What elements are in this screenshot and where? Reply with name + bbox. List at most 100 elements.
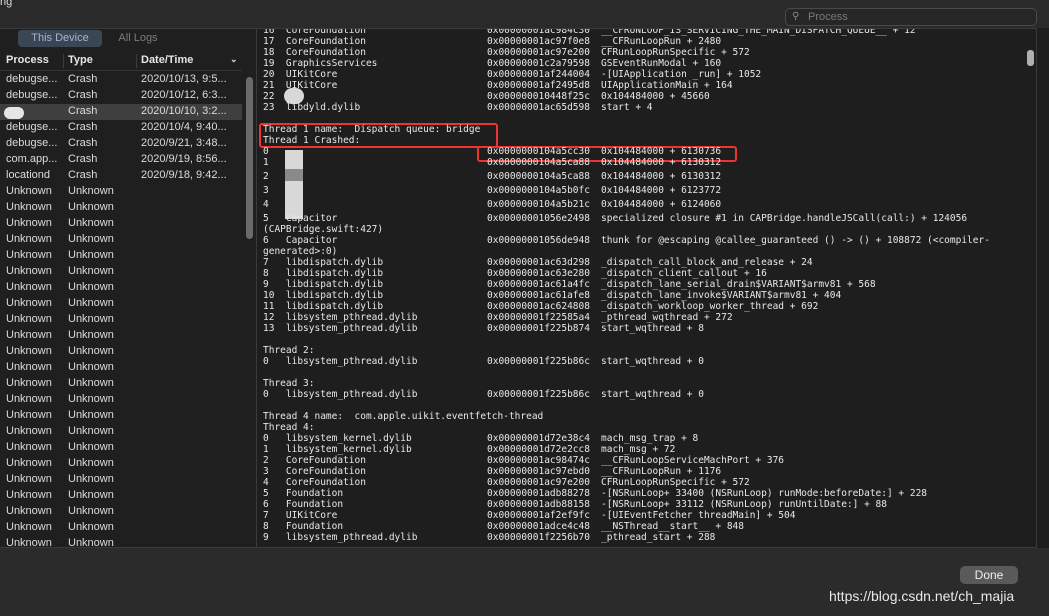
log-frame: 7 UIKitCore bbox=[263, 510, 338, 521]
table-row[interactable]: locationd Crash 2020/9/18, 9:42... bbox=[0, 168, 242, 184]
row-process: Unknown bbox=[6, 297, 52, 309]
row-type: Crash bbox=[68, 73, 98, 85]
table-row[interactable]: Unknown Unknown bbox=[0, 184, 242, 200]
tab-this-device[interactable]: This Device bbox=[18, 30, 102, 47]
log-address: 0x0000000104a5b21c bbox=[487, 199, 590, 210]
table-row[interactable]: Unknown Unknown bbox=[0, 312, 242, 328]
table-row[interactable]: Unknown Unknown bbox=[0, 328, 242, 344]
log-frame: 10 libdispatch.dylib bbox=[263, 290, 384, 301]
log-address: 0x00000001f22585a4 bbox=[487, 312, 590, 323]
row-process: com.app... bbox=[6, 153, 58, 165]
table-row[interactable]: Unknown Unknown bbox=[0, 536, 242, 547]
log-address: 0x00000001adce4c48 bbox=[487, 521, 590, 532]
log-address: 0x00000001056de948 bbox=[487, 235, 590, 246]
table-row[interactable]: Unknown Unknown bbox=[0, 216, 242, 232]
row-process: Unknown bbox=[6, 441, 52, 453]
table-row[interactable]: Unknown Unknown bbox=[0, 360, 242, 376]
row-process: Unknown bbox=[6, 505, 52, 517]
log-address: 0x00000001f225b874 bbox=[487, 323, 590, 334]
log-symbol: start_wqthread + 8 bbox=[601, 323, 704, 334]
log-frame: Thread 2: bbox=[263, 345, 315, 356]
table-row[interactable]: Unknown Unknown bbox=[0, 200, 242, 216]
row-type: Crash bbox=[68, 121, 98, 133]
table-row[interactable]: debugse... Crash 2020/9/21, 3:48... bbox=[0, 136, 242, 152]
log-address: 0x00000001af244004 bbox=[487, 69, 590, 80]
row-type: Unknown bbox=[68, 185, 114, 197]
column-divider[interactable] bbox=[63, 54, 64, 68]
table-row[interactable]: Unknown Unknown bbox=[0, 472, 242, 488]
table-row[interactable]: debugse... Crash 2020/10/12, 6:3... bbox=[0, 88, 242, 104]
log-frame: 9 libsystem_pthread.dylib bbox=[263, 532, 418, 543]
table-row[interactable]: Unknown Unknown bbox=[0, 376, 242, 392]
column-header-process[interactable]: Process bbox=[6, 54, 49, 66]
table-row[interactable]: Unknown Unknown bbox=[0, 408, 242, 424]
log-frame: Thread 1 Crashed: bbox=[263, 135, 361, 146]
log-symbol: GSEventRunModal + 160 bbox=[601, 58, 722, 69]
list-scrollbar[interactable] bbox=[246, 77, 253, 239]
log-address: 0x0000000104a5ca88 bbox=[487, 157, 590, 168]
table-row[interactable]: debugse... Crash 2020/10/13, 9:5... bbox=[0, 72, 242, 88]
log-frame: 9 libdispatch.dylib bbox=[263, 279, 384, 290]
row-process: Unknown bbox=[6, 361, 52, 373]
column-header-datetime[interactable]: Date/Time bbox=[141, 54, 193, 66]
table-row[interactable]: Unknown Unknown bbox=[0, 280, 242, 296]
table-row[interactable]: Unknown Unknown bbox=[0, 504, 242, 520]
title-bar: ng ⚲ Process bbox=[0, 0, 1049, 28]
row-type: Unknown bbox=[68, 537, 114, 547]
row-type: Unknown bbox=[68, 473, 114, 485]
row-process: Unknown bbox=[6, 201, 52, 213]
table-row[interactable]: Unknown Unknown bbox=[0, 264, 242, 280]
done-button[interactable]: Done bbox=[960, 566, 1018, 584]
table-row[interactable]: com.app... Crash 2020/9/19, 8:56... bbox=[0, 152, 242, 168]
log-address: 0x00000001ac98474c bbox=[487, 455, 590, 466]
column-header-type[interactable]: Type bbox=[68, 54, 93, 66]
row-type: Unknown bbox=[68, 489, 114, 501]
row-type: Unknown bbox=[68, 345, 114, 357]
log-frame: 6 Foundation bbox=[263, 499, 344, 510]
log-frame: 22 bbox=[263, 91, 275, 102]
table-row[interactable]: debugse... Crash 2020/10/4, 9:40... bbox=[0, 120, 242, 136]
table-row[interactable]: Crash 2020/10/10, 3:2... bbox=[0, 104, 242, 120]
row-process: debugse... bbox=[6, 121, 58, 133]
tab-all-logs[interactable]: All Logs bbox=[106, 30, 170, 47]
table-row[interactable]: Unknown Unknown bbox=[0, 296, 242, 312]
log-address: 0x00000001ac63d298 bbox=[487, 257, 590, 268]
log-frame: 21 UIKitCore bbox=[263, 80, 338, 91]
table-row[interactable]: Unknown Unknown bbox=[0, 440, 242, 456]
table-row[interactable]: Unknown Unknown bbox=[0, 520, 242, 536]
redacted-image-name bbox=[285, 193, 303, 207]
row-process: Unknown bbox=[6, 537, 52, 547]
log-symbol: start_wqthread + 0 bbox=[601, 356, 704, 367]
column-divider[interactable] bbox=[136, 54, 137, 68]
log-frame: Thread 1 name: Dispatch queue: bridge bbox=[263, 124, 481, 135]
log-frame: 4 bbox=[263, 199, 269, 210]
table-row[interactable]: Unknown Unknown bbox=[0, 488, 242, 504]
table-row[interactable]: Unknown Unknown bbox=[0, 344, 242, 360]
row-process: Unknown bbox=[6, 281, 52, 293]
log-frame: 8 libdispatch.dylib bbox=[263, 268, 384, 279]
table-row[interactable]: Unknown Unknown bbox=[0, 424, 242, 440]
log-frame: 8 Foundation bbox=[263, 521, 344, 532]
row-process: Unknown bbox=[6, 489, 52, 501]
source-segmented-control: This Device All Logs bbox=[4, 29, 244, 47]
log-symbol: __CFRUNLOOP_IS_SERVICING_THE_MAIN_DISPAT… bbox=[601, 29, 916, 36]
table-row[interactable]: Unknown Unknown bbox=[0, 232, 242, 248]
log-symbol: 0x104484000 + 45660 bbox=[601, 91, 710, 102]
log-address: 0x00000001ac63e280 bbox=[487, 268, 590, 279]
row-process: Unknown bbox=[6, 249, 52, 261]
log-scrollbar[interactable] bbox=[1027, 50, 1034, 66]
row-datetime: 2020/9/21, 3:48... bbox=[141, 137, 227, 149]
row-process: locationd bbox=[6, 169, 51, 181]
row-process: Unknown bbox=[6, 217, 52, 229]
table-row[interactable]: Unknown Unknown bbox=[0, 392, 242, 408]
log-frame: 0 libsystem_pthread.dylib bbox=[263, 356, 418, 367]
row-type: Unknown bbox=[68, 457, 114, 469]
redacted-image-name bbox=[285, 181, 303, 193]
table-row[interactable]: Unknown Unknown bbox=[0, 248, 242, 264]
log-address: 0x0000000104a5cc30 bbox=[487, 146, 590, 157]
sort-chevron-icon[interactable]: ⌄ bbox=[230, 54, 238, 65]
log-address: 0x00000001ac97e200 bbox=[487, 477, 590, 488]
row-process: Unknown bbox=[6, 393, 52, 405]
search-field[interactable]: ⚲ Process bbox=[785, 8, 1037, 26]
table-row[interactable]: Unknown Unknown bbox=[0, 456, 242, 472]
